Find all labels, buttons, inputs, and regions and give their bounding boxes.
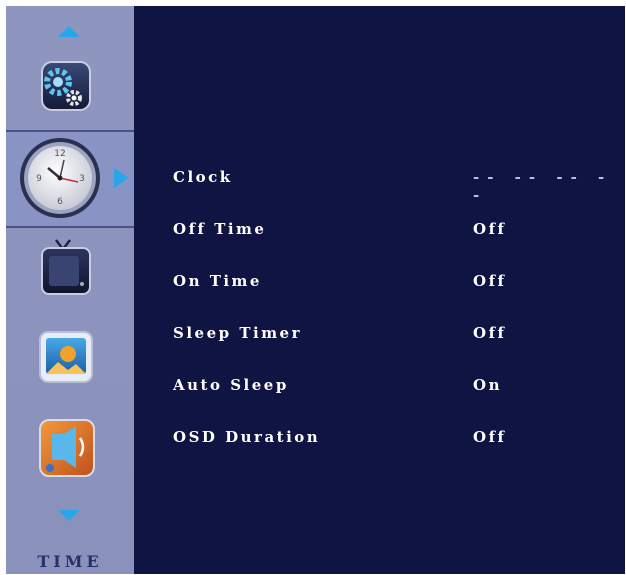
menu-label: Off Time: [173, 220, 267, 238]
svg-text:9: 9: [36, 174, 42, 184]
menu-label: Sleep Timer: [173, 324, 303, 342]
category-tv[interactable]: [6, 234, 134, 304]
menu-value: Off: [473, 220, 507, 238]
svg-text:12: 12: [54, 149, 65, 159]
menu-row-clock[interactable]: Clock -- -- -- --: [173, 168, 623, 204]
category-sidebar: 12 9 3 6 TIME: [6, 6, 134, 574]
menu-row-off-time[interactable]: Off Time Off: [173, 220, 623, 244]
section-label: TIME: [37, 552, 103, 571]
menu-value: On: [473, 376, 502, 394]
picture-icon: [39, 331, 93, 383]
menu-value: -- -- -- --: [473, 168, 613, 204]
scroll-down-arrow-icon[interactable]: [58, 510, 80, 521]
selection-pointer-icon: [114, 168, 129, 188]
tv-icon: [41, 239, 91, 295]
menu-value: Off: [473, 272, 507, 290]
menu-row-auto-sleep[interactable]: Auto Sleep On: [173, 376, 623, 400]
menu-label: Auto Sleep: [173, 376, 289, 394]
svg-text:6: 6: [57, 197, 63, 207]
menu-label: Clock: [173, 168, 233, 186]
category-picture[interactable]: [6, 324, 134, 394]
settings-gear-icon: [41, 61, 91, 111]
osd-menu-window: 12 9 3 6 TIME Clock -- -- -- -- Off Time…: [6, 6, 625, 574]
menu-value: Off: [473, 428, 507, 446]
audio-icon: [39, 419, 95, 477]
category-audio[interactable]: [6, 410, 134, 486]
menu-label: OSD Duration: [173, 428, 321, 446]
menu-row-sleep-timer[interactable]: Sleep Timer Off: [173, 324, 623, 348]
scroll-up-arrow-icon[interactable]: [58, 26, 80, 37]
svg-text:3: 3: [79, 174, 85, 184]
menu-row-on-time[interactable]: On Time Off: [173, 272, 623, 296]
menu-label: On Time: [173, 272, 262, 290]
category-settings[interactable]: [6, 48, 134, 126]
menu-value: Off: [473, 324, 507, 342]
menu-row-osd-duration[interactable]: OSD Duration Off: [173, 428, 623, 452]
